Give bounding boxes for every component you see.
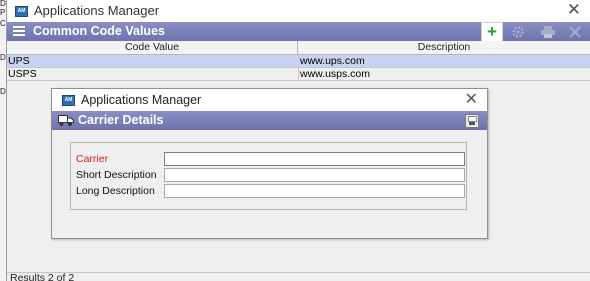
- common-code-values-header: Common Code Values +: [7, 22, 590, 42]
- cell-code-value: UPS: [7, 55, 299, 67]
- column-header-description[interactable]: Description: [298, 41, 590, 54]
- short-description-input[interactable]: [164, 168, 465, 182]
- cell-code-value: USPS: [7, 68, 299, 80]
- results-footer: Results 2 of 2: [7, 272, 590, 281]
- carrier-input[interactable]: [164, 152, 465, 166]
- table-header: Code Value Description: [7, 41, 590, 55]
- panel-title: Common Code Values: [33, 24, 165, 38]
- dialog-window-title: Applications Manager: [81, 93, 202, 107]
- truck-icon: [58, 115, 74, 126]
- code-values-table: Code Value Description UPS www.ups.com U…: [7, 41, 590, 81]
- close-icon[interactable]: ✕: [567, 1, 581, 19]
- dialog-titlebar: AM Applications Manager ✕: [52, 89, 487, 111]
- bg-char: D: [0, 0, 6, 8]
- dialog-panel-title: Carrier Details: [78, 113, 164, 127]
- app-logo-icon: AM: [62, 95, 75, 106]
- carrier-label: Carrier: [76, 153, 109, 165]
- settings-button[interactable]: [508, 23, 528, 40]
- add-button[interactable]: +: [481, 22, 503, 42]
- bg-char: C: [0, 19, 6, 28]
- cell-description: www.ups.com: [300, 55, 365, 67]
- save-icon[interactable]: [465, 114, 479, 128]
- add-icon: +: [487, 22, 497, 41]
- carrier-details-dialog: AM Applications Manager ✕ Carrier Detail…: [51, 88, 488, 239]
- window-titlebar: AM Applications Manager ✕: [7, 0, 590, 23]
- delete-icon: [569, 26, 581, 38]
- app-logo-icon: AM: [15, 6, 28, 17]
- delete-button[interactable]: [565, 23, 585, 40]
- table-row[interactable]: UPS www.ups.com: [7, 55, 590, 68]
- print-button[interactable]: [538, 23, 558, 40]
- results-count: Results 2 of 2: [10, 272, 75, 281]
- close-icon[interactable]: ✕: [465, 91, 478, 109]
- window-title: Applications Manager: [34, 3, 160, 18]
- bg-char: D: [0, 53, 6, 62]
- carrier-details-header: Carrier Details: [52, 111, 487, 130]
- gear-icon: [512, 26, 524, 38]
- cell-description: www.usps.com: [300, 68, 371, 80]
- table-row[interactable]: USPS www.usps.com: [7, 68, 590, 81]
- long-description-label: Long Description: [76, 185, 155, 197]
- carrier-form: Carrier Short Description Long Descripti…: [70, 142, 467, 210]
- long-description-input[interactable]: [164, 184, 465, 198]
- short-description-label: Short Description: [76, 169, 157, 181]
- column-header-code-value[interactable]: Code Value: [7, 41, 298, 54]
- hamburger-menu-icon[interactable]: [13, 26, 25, 37]
- printer-icon: [541, 26, 555, 38]
